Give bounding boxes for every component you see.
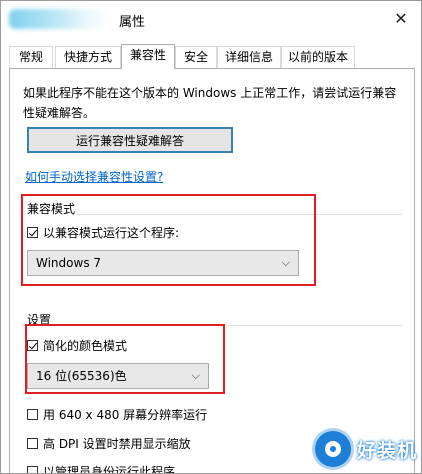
dpi-checkbox[interactable] [27, 438, 38, 449]
compatibility-panel: 如果此程序不能在这个版本的 Windows 上正常工作，请尝试运行兼容性疑难解答… [9, 68, 415, 474]
run-troubleshooter-button[interactable]: 运行兼容性疑难解答 [27, 127, 233, 153]
close-icon[interactable]: ✕ [389, 7, 413, 31]
reduced-color-checkbox[interactable] [27, 340, 38, 351]
settings-group-label: 设置 [25, 311, 54, 328]
run-640-label: 用 640 x 480 屏幕分辨率运行 [43, 408, 208, 422]
tab-previous-versions[interactable]: 以前的版本 [281, 46, 355, 68]
admin-label: 以管理员身份运行此程序 [43, 465, 176, 474]
tab-security[interactable]: 安全 [175, 46, 217, 68]
dpi-checkbox-row[interactable]: 高 DPI 设置时禁用显示缩放 [27, 435, 191, 452]
run-640-checkbox[interactable] [27, 409, 38, 420]
admin-checkbox[interactable] [27, 466, 38, 473]
tab-details[interactable]: 详细信息 [217, 46, 281, 68]
blurred-app-name [9, 9, 109, 29]
window-title: 属性 [119, 15, 146, 30]
chevron-down-icon: ⌵ [191, 369, 200, 382]
title-bar: 属性 ✕ [1, 1, 421, 37]
tab-general[interactable]: 常规 [9, 46, 53, 68]
compat-mode-divider [22, 214, 402, 215]
compat-os-select-value: Windows 7 [36, 256, 102, 270]
compat-mode-checkbox[interactable] [27, 227, 38, 238]
properties-window: 属性 ✕ 常规 快捷方式 兼容性 安全 详细信息 以前的版本 如果此程序不能在这… [0, 0, 422, 474]
color-depth-select[interactable]: 16 位(65536)色 ⌵ [27, 363, 209, 389]
compat-mode-checkbox-label: 以兼容模式运行这个程序: [43, 226, 180, 240]
color-depth-select-value: 16 位(65536)色 [36, 369, 127, 383]
dpi-label: 高 DPI 设置时禁用显示缩放 [43, 437, 191, 451]
tab-compatibility[interactable]: 兼容性 [121, 44, 175, 69]
chevron-down-icon: ⌵ [281, 256, 290, 269]
eye-logo-icon [314, 431, 351, 467]
admin-checkbox-row[interactable]: 以管理员身份运行此程序 [27, 463, 176, 474]
compat-mode-group-label: 兼容模式 [25, 200, 78, 217]
tab-shortcut[interactable]: 快捷方式 [55, 46, 121, 68]
reduced-color-label: 简化的颜色模式 [43, 339, 128, 353]
compat-os-select[interactable]: Windows 7 ⌵ [27, 250, 299, 276]
watermark: 好装机 [314, 431, 417, 467]
watermark-text: 好装机 [356, 439, 417, 462]
manual-settings-link[interactable]: 如何手动选择兼容性设置? [25, 168, 163, 185]
reduced-color-checkbox-row[interactable]: 简化的颜色模式 [27, 337, 127, 354]
run-640-checkbox-row[interactable]: 用 640 x 480 屏幕分辨率运行 [27, 406, 207, 423]
compat-mode-checkbox-row[interactable]: 以兼容模式运行这个程序: [27, 224, 179, 241]
compat-description: 如果此程序不能在这个版本的 Windows 上正常工作，请尝试运行兼容性疑难解答… [23, 86, 397, 120]
settings-divider [22, 325, 402, 326]
